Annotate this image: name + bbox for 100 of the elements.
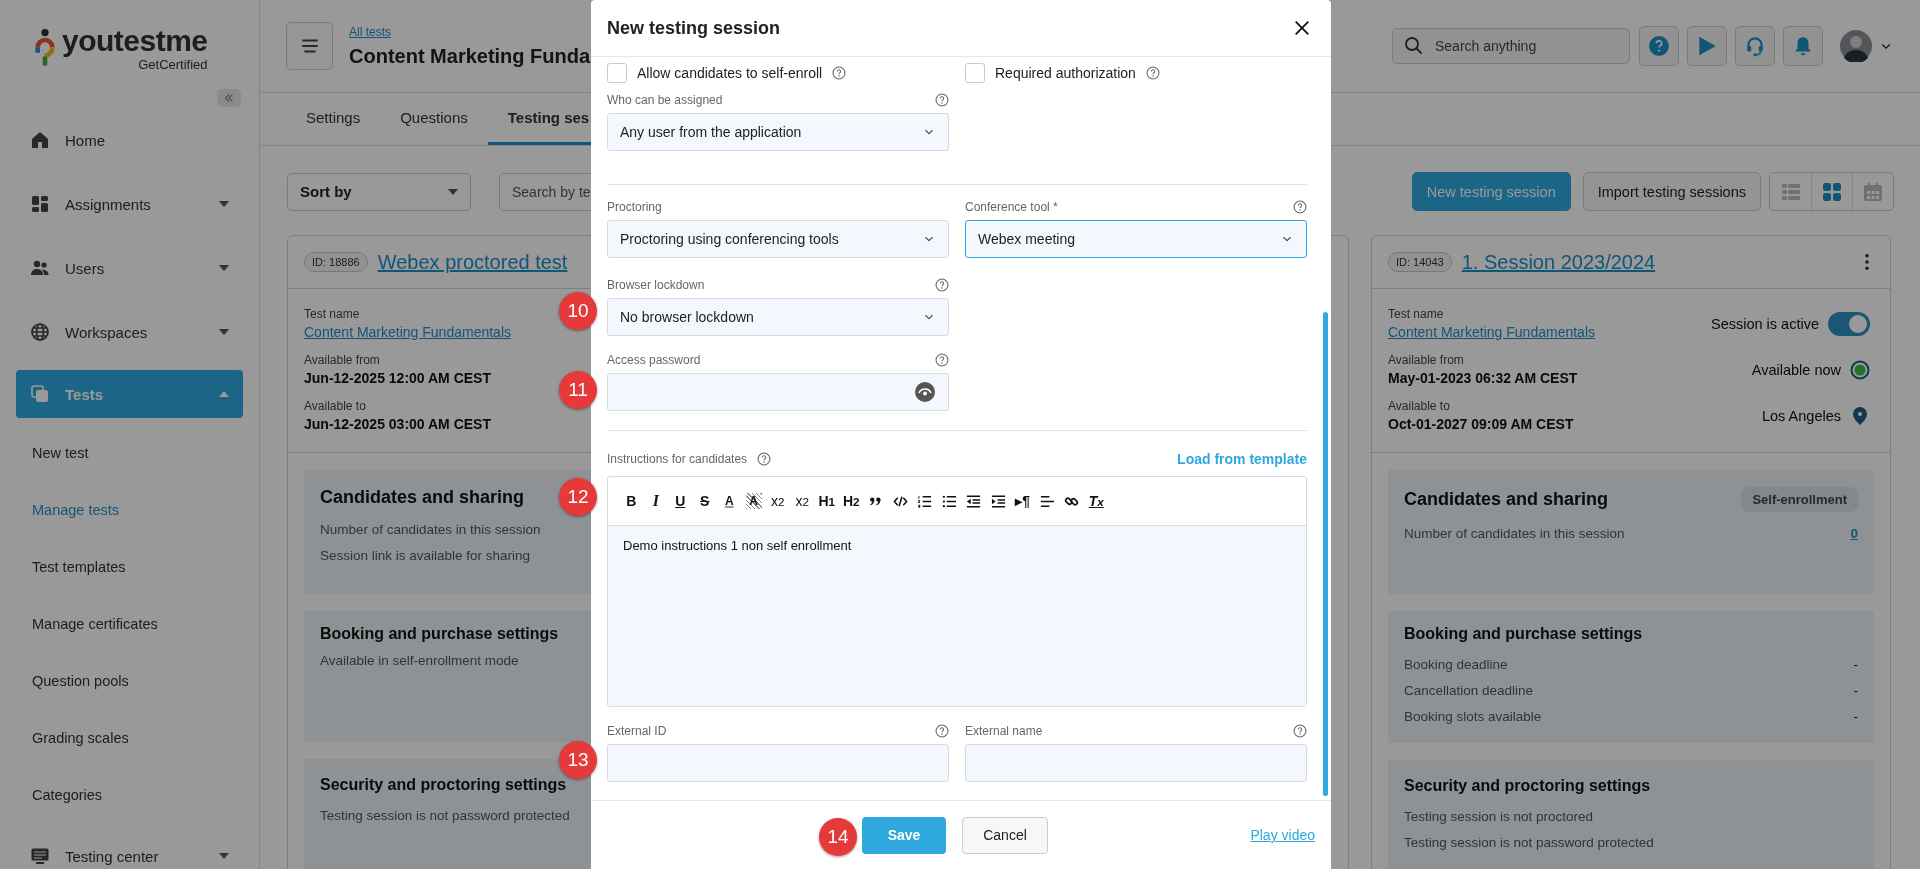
close-icon[interactable]: [1293, 19, 1311, 37]
play-button[interactable]: [1687, 26, 1727, 66]
password-field[interactable]: [607, 373, 949, 411]
color-button[interactable]: A: [717, 488, 742, 514]
help-icon[interactable]: [1145, 66, 1160, 80]
globe-icon: [30, 322, 50, 342]
nav-subitem[interactable]: Grading scales: [0, 709, 259, 766]
calendar-icon: [1863, 181, 1883, 202]
nav-item[interactable]: Testing center: [16, 830, 243, 869]
strike-button[interactable]: S: [692, 488, 717, 514]
menu-button[interactable]: [286, 22, 333, 70]
help-icon[interactable]: [1293, 724, 1307, 738]
info-text: Testing session is not proctored: [1404, 808, 1594, 824]
field-label: Available to: [1388, 399, 1451, 413]
help-icon[interactable]: [1293, 200, 1307, 214]
page-title: Content Marketing Funda: [349, 44, 591, 68]
tab[interactable]: Questions: [380, 93, 488, 145]
numbered-list-icon: [917, 493, 933, 509]
help-icon: [1648, 35, 1670, 57]
checkbox[interactable]: [607, 63, 627, 83]
underline-button[interactable]: U: [668, 488, 693, 514]
nav-subitem[interactable]: Question pools: [0, 652, 259, 709]
editor-text-area[interactable]: Demo instructions 1 non self enrollment: [608, 526, 1306, 706]
info-text: Testing session is not password protected: [1404, 834, 1654, 850]
field-label: Access password: [607, 353, 701, 367]
checkbox-label: Allow candidates to self-enroll: [637, 65, 823, 81]
rtl-button[interactable]: ▸¶: [1010, 488, 1035, 514]
section-title: Booking and purchase settings: [320, 625, 559, 643]
date-value: Oct-01-2027 09:09 AM CEST: [1388, 416, 1574, 432]
play-icon: [1696, 35, 1718, 57]
info-value: -: [1853, 708, 1858, 724]
sort-dropdown[interactable]: Sort by: [287, 172, 471, 211]
section-title: Security and proctoring settings: [320, 776, 567, 794]
nav-item[interactable]: Assignments: [16, 178, 243, 230]
nav-item[interactable]: Home: [16, 114, 243, 166]
toolbar-button[interactable]: Import testing sessions: [1582, 172, 1761, 211]
avatar-icon[interactable]: [1840, 30, 1872, 62]
help-icon[interactable]: [935, 353, 949, 367]
logo-text: youtestme: [62, 25, 208, 57]
highlight-button[interactable]: A: [745, 493, 762, 509]
bell-icon: [1792, 35, 1814, 57]
bold-button[interactable]: B: [619, 488, 644, 514]
field-label: Instructions for candidates: [607, 452, 748, 466]
info-text: Session link is available for sharing: [320, 547, 531, 563]
section-title: Candidates and sharing: [320, 487, 525, 508]
field-label: Available from: [1388, 353, 1465, 367]
notifications-button[interactable]: [1783, 26, 1823, 66]
field-label: Test name: [304, 307, 361, 321]
location-pin-icon: [1850, 405, 1870, 426]
tab[interactable]: Settings: [286, 93, 381, 145]
info-text: Number of candidates in this session: [320, 521, 541, 537]
monitor-icon: [30, 846, 50, 866]
nav-item[interactable]: Users: [16, 242, 243, 294]
nav-subitem[interactable]: Categories: [0, 766, 259, 823]
cancel-button[interactable]: Cancel: [962, 816, 1048, 854]
italic-button[interactable]: I: [643, 488, 668, 514]
checkbox-label: Required authorization: [995, 65, 1136, 81]
mode-tag: Self-enrollment: [1741, 487, 1858, 512]
dropdown[interactable]: Any user from the application: [607, 113, 949, 151]
caret-icon: [448, 188, 458, 195]
scrollbar[interactable]: [1323, 312, 1328, 796]
instructions-text: Demo instructions 1 non self enrollment: [623, 538, 852, 553]
double-chevron-left-icon: [222, 91, 236, 105]
help-icon[interactable]: [935, 93, 949, 107]
text-field[interactable]: [607, 744, 949, 782]
bullet-list-icon: [941, 493, 957, 509]
nav-item[interactable]: Workspaces: [16, 306, 243, 358]
field-label: Who can be assigned: [607, 93, 723, 107]
help-button[interactable]: [1639, 26, 1679, 66]
dropdown[interactable]: No browser lockdown: [607, 298, 949, 336]
search-field[interactable]: Search anything: [1392, 28, 1630, 64]
nav-subitem[interactable]: New test: [0, 424, 259, 481]
collapse-sidebar-button[interactable]: [217, 89, 241, 107]
status-label: Session is active: [1711, 315, 1819, 332]
support-button[interactable]: [1735, 26, 1775, 66]
section-title: Candidates and sharing: [1404, 489, 1609, 510]
dropdown[interactable]: Proctoring using conferencing tools: [607, 220, 949, 258]
eye-icon[interactable]: [915, 382, 935, 402]
users-icon: [30, 258, 50, 278]
help-icon[interactable]: [935, 278, 949, 292]
dropdown[interactable]: Webex meeting: [965, 220, 1307, 258]
info-text: Testing session is not password protected: [320, 807, 570, 823]
info-text: Booking slots available: [1404, 708, 1542, 724]
field-label: Available to: [304, 399, 367, 413]
help-icon[interactable]: [832, 66, 847, 80]
checkbox[interactable]: [965, 63, 985, 83]
list-icon: [1780, 181, 1801, 202]
nav-subitem[interactable]: Manage certificates: [0, 595, 259, 652]
info-value: -: [1853, 656, 1858, 672]
help-icon[interactable]: [757, 452, 772, 466]
text-field[interactable]: [965, 744, 1307, 782]
dialog-title: New testing session: [607, 17, 781, 39]
help-icon[interactable]: [935, 724, 949, 738]
info-text: Available in self-enrollment mode: [320, 652, 519, 668]
nav-subitem[interactable]: Test templates: [0, 538, 259, 595]
date-value: May-01-2023 06:32 AM CEST: [1388, 370, 1578, 386]
indent-icon: [990, 493, 1006, 509]
more-icon[interactable]: [1864, 253, 1870, 271]
field-label: Conference tool *: [965, 200, 1058, 214]
toggle-switch[interactable]: [1828, 311, 1870, 336]
